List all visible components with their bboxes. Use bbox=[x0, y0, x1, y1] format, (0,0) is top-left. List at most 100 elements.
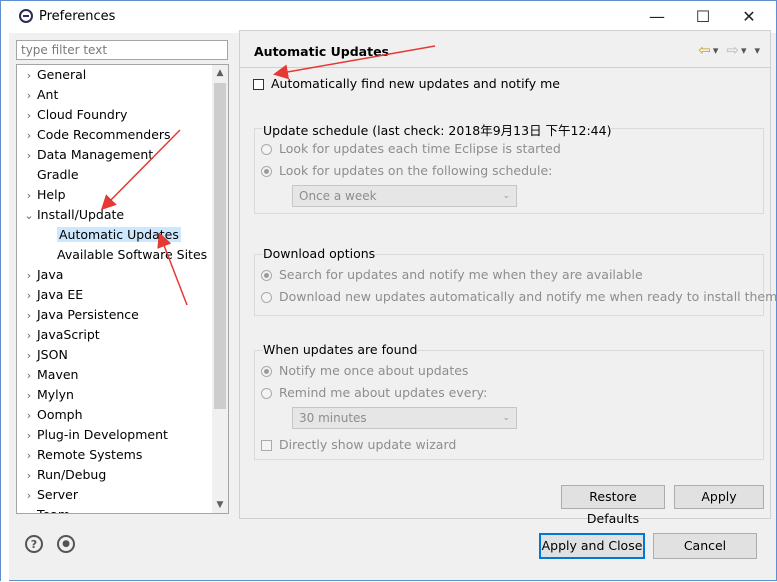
import-export-icon[interactable]: ● bbox=[57, 535, 75, 553]
download-notify-radio[interactable] bbox=[261, 270, 272, 281]
update-schedule-title: Update schedule (last check: 2018年9月13日 … bbox=[263, 120, 612, 139]
chevron-right-icon[interactable]: › bbox=[21, 146, 37, 166]
chevron-right-icon[interactable]: › bbox=[21, 486, 37, 506]
view-menu-icon[interactable]: ▾ bbox=[754, 44, 760, 57]
chevron-right-icon[interactable]: › bbox=[21, 406, 37, 426]
chevron-right-icon[interactable]: › bbox=[21, 186, 37, 206]
title-bar: Preferences — ☐ ✕ bbox=[9, 1, 776, 33]
download-notify-option[interactable]: Search for updates and notify me when th… bbox=[261, 267, 643, 282]
chevron-right-icon[interactable]: › bbox=[21, 266, 37, 286]
chevron-right-icon[interactable]: › bbox=[21, 446, 37, 466]
tree-item-mylyn[interactable]: › Mylyn bbox=[21, 385, 74, 405]
chevron-right-icon[interactable]: › bbox=[21, 106, 37, 126]
apply-and-close-button[interactable]: Apply and Close bbox=[539, 533, 645, 559]
scroll-down-icon[interactable]: ▼ bbox=[212, 497, 228, 513]
back-icon[interactable]: ⇦ bbox=[698, 41, 711, 59]
tree-item-code-recommenders[interactable]: › Code Recommenders bbox=[21, 125, 171, 145]
found-notify-once-radio[interactable] bbox=[261, 366, 272, 377]
tree-item-label: General bbox=[37, 67, 87, 82]
tree-item-javascript[interactable]: › JavaScript bbox=[21, 325, 100, 345]
tree-item-maven[interactable]: › Maven bbox=[21, 365, 79, 386]
chevron-right-icon[interactable]: › bbox=[21, 426, 37, 446]
back-menu-chevron-icon[interactable]: ▾ bbox=[713, 44, 719, 57]
tree-item-plug-in-development[interactable]: › Plug-in Development bbox=[21, 425, 168, 445]
chevron-right-icon[interactable]: › bbox=[21, 306, 37, 326]
restore-defaults-button[interactable]: Restore Defaults bbox=[561, 485, 665, 526]
found-remind-option[interactable]: Remind me about updates every: bbox=[261, 385, 487, 400]
chevron-right-icon[interactable]: › bbox=[21, 386, 37, 406]
tree-item-label: JSON bbox=[37, 347, 68, 362]
tree-item-java-persistence[interactable]: › Java Persistence bbox=[21, 305, 139, 325]
tree-item-label: Run/Debug bbox=[37, 467, 107, 482]
scroll-thumb[interactable] bbox=[214, 83, 226, 409]
tree-item-data-management[interactable]: › Data Management bbox=[21, 145, 153, 165]
tree-item-automatic-updates[interactable]: Automatic Updates bbox=[57, 225, 181, 245]
tree-item-label: Ant bbox=[37, 87, 59, 102]
cancel-button[interactable]: Cancel bbox=[653, 533, 757, 559]
auto-find-row[interactable]: Automatically find new updates and notif… bbox=[253, 76, 560, 91]
tree-item-label: Cloud Foundry bbox=[37, 107, 128, 122]
tree-item-available-software-sites[interactable]: Available Software Sites bbox=[57, 245, 207, 265]
filter-input[interactable] bbox=[17, 41, 225, 59]
tree-item-cloud-foundry[interactable]: › Cloud Foundry bbox=[21, 105, 128, 126]
chevron-right-icon[interactable]: › bbox=[21, 66, 37, 86]
tree-item-label: Data Management bbox=[37, 147, 154, 162]
remind-interval-select[interactable]: 30 minutes ⌄ bbox=[292, 407, 517, 429]
found-notify-once-option[interactable]: Notify me once about updates bbox=[261, 363, 468, 378]
filter-field[interactable] bbox=[16, 40, 228, 60]
minimize-button[interactable]: — bbox=[634, 5, 680, 29]
schedule-frequency-value: Once a week bbox=[299, 189, 377, 203]
preference-tree[interactable]: › General › Ant › Cloud Foundry › Code Recommen… bbox=[16, 64, 229, 514]
tree-item-general[interactable]: › General bbox=[21, 65, 86, 85]
schedule-periodic-radio[interactable] bbox=[261, 166, 272, 177]
maximize-button[interactable]: ☐ bbox=[680, 5, 726, 29]
show-wizard-option[interactable]: Directly show update wizard bbox=[261, 437, 456, 452]
tree-item-json[interactable]: › JSON bbox=[21, 345, 68, 365]
tree-item-oomph[interactable]: › Oomph bbox=[21, 405, 83, 425]
tree-item-java[interactable]: › Java bbox=[21, 265, 64, 286]
tree-item-label: Code Recommenders bbox=[37, 127, 171, 142]
tree-item-java-ee[interactable]: › Java EE bbox=[21, 285, 83, 305]
found-remind-radio[interactable] bbox=[261, 388, 272, 399]
tree-item-label: Available Software Sites bbox=[57, 247, 208, 262]
schedule-periodic-option[interactable]: Look for updates on the following schedu… bbox=[261, 163, 552, 178]
chevron-down-icon[interactable]: ⌄ bbox=[21, 206, 37, 226]
forward-icon[interactable]: ⇨ bbox=[726, 41, 739, 59]
background-window-edge bbox=[1, 1, 9, 582]
download-auto-option[interactable]: Download new updates automatically and n… bbox=[261, 289, 777, 304]
tree-item-server[interactable]: › Server bbox=[21, 485, 78, 505]
chevron-right-icon[interactable]: › bbox=[21, 506, 37, 513]
chevron-right-icon[interactable]: › bbox=[21, 286, 37, 306]
auto-find-checkbox[interactable] bbox=[253, 79, 264, 90]
scroll-up-icon[interactable]: ▲ bbox=[212, 65, 228, 81]
header-divider bbox=[240, 67, 770, 68]
help-icon[interactable]: ? bbox=[25, 535, 43, 553]
schedule-frequency-select[interactable]: Once a week ⌄ bbox=[292, 185, 517, 207]
chevron-right-icon[interactable]: › bbox=[21, 366, 37, 386]
tree-item-team[interactable]: ›Team bbox=[21, 505, 70, 513]
tree-item-label: Server bbox=[37, 487, 78, 502]
updates-found-group: When updates are found Notify me once ab… bbox=[254, 342, 764, 460]
tree-item-label: Java Persistence bbox=[37, 307, 139, 322]
tree-item-install-update[interactable]: ⌄ Install/Update bbox=[21, 205, 124, 225]
apply-button[interactable]: Apply bbox=[674, 485, 764, 509]
download-auto-radio[interactable] bbox=[261, 292, 272, 303]
chevron-right-icon[interactable]: › bbox=[21, 86, 37, 106]
tree-scrollbar[interactable]: ▲ ▼ bbox=[212, 65, 228, 513]
close-button[interactable]: ✕ bbox=[726, 5, 772, 29]
schedule-periodic-label: Look for updates on the following schedu… bbox=[278, 163, 553, 178]
forward-menu-chevron-icon[interactable]: ▾ bbox=[741, 44, 747, 57]
chevron-right-icon[interactable]: › bbox=[21, 466, 37, 486]
tree-item-run-debug[interactable]: › Run/Debug bbox=[21, 465, 107, 486]
tree-item-ant[interactable]: › Ant bbox=[21, 85, 59, 106]
show-wizard-checkbox[interactable] bbox=[261, 440, 272, 451]
tree-item-remote-systems[interactable]: › Remote Systems bbox=[21, 445, 143, 466]
chevron-right-icon[interactable]: › bbox=[21, 326, 37, 346]
tree-item-gradle[interactable]: Gradle bbox=[21, 165, 79, 185]
chevron-right-icon[interactable]: › bbox=[21, 126, 37, 146]
schedule-startup-option[interactable]: Look for updates each time Eclipse is st… bbox=[261, 141, 561, 156]
chevron-right-icon[interactable]: › bbox=[21, 346, 37, 366]
schedule-startup-radio[interactable] bbox=[261, 144, 272, 155]
tree-item-help[interactable]: › Help bbox=[21, 185, 66, 205]
eclipse-app-icon bbox=[19, 9, 33, 23]
